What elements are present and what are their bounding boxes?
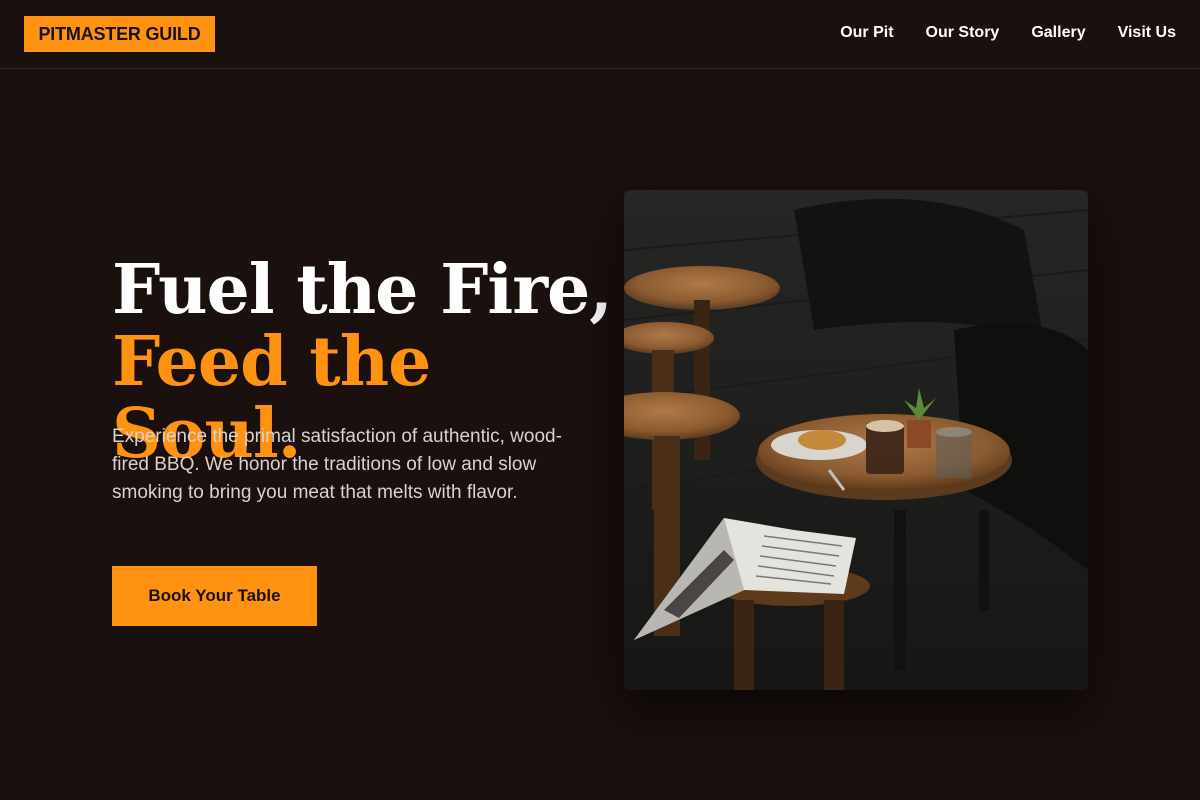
nav-link-our-pit[interactable]: Our Pit — [840, 22, 893, 44]
site-header: PITMASTER GUILD Our Pit Our Story Galler… — [0, 0, 1200, 69]
site-logo[interactable]: PITMASTER GUILD — [24, 16, 215, 52]
hero-description: Experience the primal satisfaction of au… — [112, 426, 562, 503]
book-table-button[interactable]: Book Your Table — [112, 566, 317, 626]
nav-link-visit-us[interactable]: Visit Us — [1118, 22, 1176, 44]
nav-link-our-story[interactable]: Our Story — [926, 22, 1000, 44]
main-nav: Our Pit Our Story Gallery Visit Us — [840, 22, 1176, 44]
nav-link-gallery[interactable]: Gallery — [1031, 22, 1085, 44]
hero-cafe-photo — [624, 190, 1088, 690]
headline-line-1: Fuel the Fire, — [112, 250, 613, 330]
